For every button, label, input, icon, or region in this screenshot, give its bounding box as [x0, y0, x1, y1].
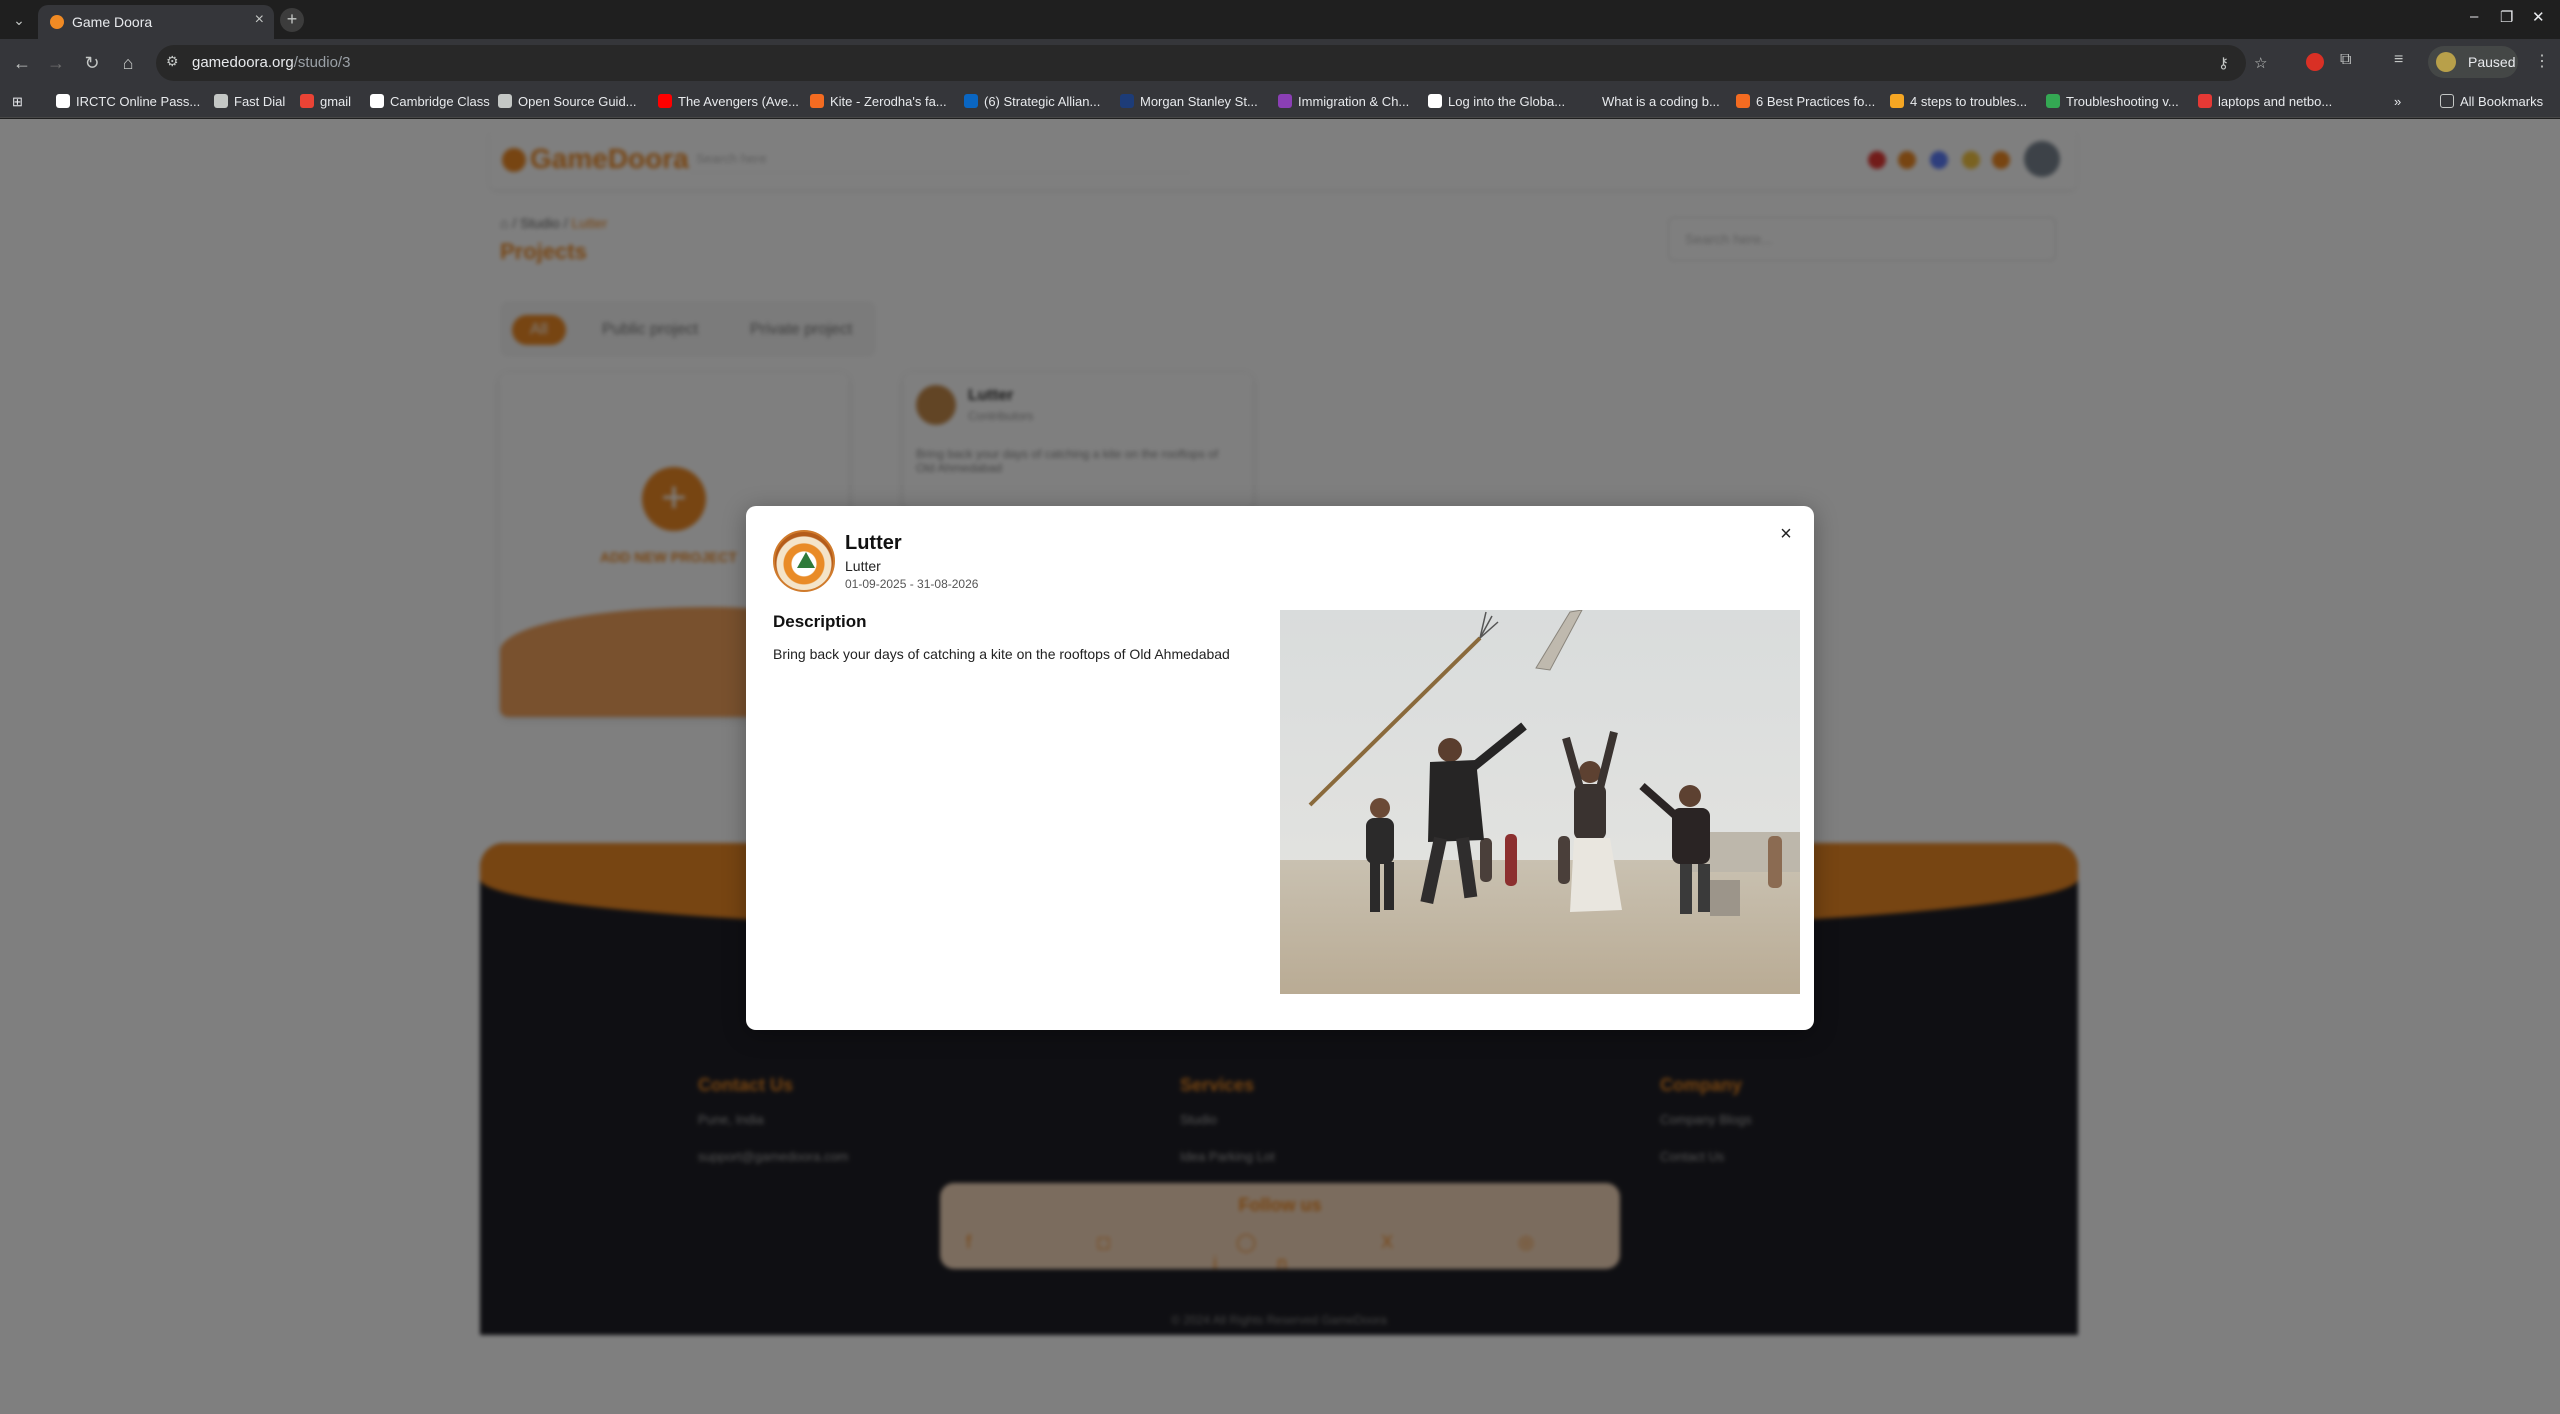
bookmark-star-icon[interactable]: ☆: [2254, 54, 2267, 72]
bookmarks-bar: ⊞ IRCTC Online Pass... Fast Dial gmail Camb…: [0, 86, 2560, 118]
bookmark-troubleshoot-steps[interactable]: 4 steps to troubles...: [1890, 94, 2027, 109]
bookmark-laptops-netbooks[interactable]: laptops and netbo...: [2198, 94, 2332, 109]
bookmark-favicon-icon: [964, 94, 978, 108]
bookmark-favicon-icon: [1428, 94, 1442, 108]
restore-icon[interactable]: ❐: [2500, 8, 2513, 26]
bookmark-irctc[interactable]: IRCTC Online Pass...: [56, 94, 200, 109]
bookmark-troubleshooting-v[interactable]: Troubleshooting v...: [2046, 94, 2179, 109]
description-heading: Description: [773, 612, 867, 631]
home-icon[interactable]: ⌂: [116, 51, 140, 75]
bookmark-favicon-icon: [2198, 94, 2212, 108]
modal-title: Lutter: [845, 532, 902, 554]
reading-list-icon[interactable]: ≡: [2394, 51, 2403, 69]
bookmark-morgan-stanley[interactable]: Morgan Stanley St...: [1120, 94, 1258, 109]
bookmark-fast-dial[interactable]: Fast Dial: [214, 94, 285, 109]
bookmark-avengers[interactable]: The Avengers (Ave...: [658, 94, 799, 109]
apps-grid-icon[interactable]: ⊞: [12, 94, 23, 110]
forward-icon[interactable]: →: [44, 51, 68, 75]
url-text[interactable]: gamedoora.org/studio/3: [192, 54, 350, 71]
profile-avatar-icon: [2436, 52, 2456, 72]
site-info-icon[interactable]: ⚙: [166, 53, 179, 70]
bookmark-favicon-icon: [810, 94, 824, 108]
new-tab-button[interactable]: +: [280, 8, 304, 32]
modal-dates: 01-09-2025 - 31-08-2026: [845, 577, 979, 591]
bookmark-favicon-icon: [300, 94, 314, 108]
bookmark-global-login[interactable]: Log into the Globa...: [1428, 94, 1565, 109]
bookmark-cambridge-class[interactable]: Cambridge Class: [370, 94, 490, 109]
reload-icon[interactable]: ↻: [80, 51, 104, 75]
profile-paused-button[interactable]: Paused: [2428, 46, 2518, 78]
bookmark-favicon-icon: [56, 94, 70, 108]
bookmark-favicon-icon: [498, 94, 512, 108]
password-key-icon[interactable]: ⚷: [2218, 54, 2229, 72]
tab-search-chevron-icon[interactable]: ⌄: [8, 9, 30, 31]
bookmark-favicon-icon: [1582, 94, 1596, 108]
bookmark-coding-bootcamp[interactable]: What is a coding b...: [1582, 94, 1720, 109]
bookmark-favicon-icon: [1736, 94, 1750, 108]
description-text: Bring back your days of catching a kite …: [773, 646, 1230, 662]
bookmark-favicon-icon: [370, 94, 384, 108]
folder-icon: [2440, 94, 2454, 108]
project-detail-modal: Lutter Lutter 01-09-2025 - 31-08-2026 × …: [746, 506, 1814, 1030]
window-close-icon[interactable]: ✕: [2532, 8, 2545, 26]
bookmark-immigration[interactable]: Immigration & Ch...: [1278, 94, 1409, 109]
extension-record-icon[interactable]: [2306, 53, 2324, 71]
back-icon[interactable]: ←: [10, 51, 34, 75]
bookmark-strategic-alliance[interactable]: (6) Strategic Allian...: [964, 94, 1100, 109]
menu-kebab-icon[interactable]: ⋮: [2534, 51, 2550, 71]
favicon-icon: [50, 15, 64, 29]
browser-tab[interactable]: Game Doora ×: [38, 5, 274, 39]
bookmark-kite-zerodha[interactable]: Kite - Zerodha's fa...: [810, 94, 947, 109]
all-bookmarks-button[interactable]: All Bookmarks: [2440, 94, 2543, 109]
bookmark-open-source-guide[interactable]: Open Source Guid...: [498, 94, 637, 109]
bookmark-best-practices[interactable]: 6 Best Practices fo...: [1736, 94, 1875, 109]
extensions-puzzle-icon[interactable]: ⧉: [2340, 51, 2351, 69]
bookmark-favicon-icon: [1278, 94, 1292, 108]
address-bar[interactable]: ⚙ gamedoora.org/studio/3 ⚷ ☆: [156, 45, 2267, 81]
more-bookmarks-icon[interactable]: »: [2394, 94, 2401, 109]
browser-toolbar: ← → ↻ ⌂ ⚙ gamedoora.org/studio/3 ⚷ ☆ ⧉ ≡…: [0, 39, 2560, 86]
bookmark-favicon-icon: [2046, 94, 2060, 108]
bookmark-favicon-icon: [658, 94, 672, 108]
minimize-icon[interactable]: –: [2470, 8, 2478, 25]
close-icon[interactable]: ×: [1776, 524, 1796, 544]
project-image: [1280, 610, 1800, 994]
bookmark-gmail[interactable]: gmail: [300, 94, 351, 109]
modal-subtitle: Lutter: [845, 558, 881, 574]
browser-tab-strip: ⌄ Game Doora × + – ❐ ✕: [0, 0, 2560, 39]
kite-photo-illustration: [1280, 610, 1800, 994]
tab-title: Game Doora: [72, 14, 153, 30]
bookmark-favicon-icon: [214, 94, 228, 108]
tab-close-icon[interactable]: ×: [255, 11, 264, 29]
bookmark-favicon-icon: [1890, 94, 1904, 108]
project-logo: [773, 530, 835, 592]
bookmark-favicon-icon: [1120, 94, 1134, 108]
